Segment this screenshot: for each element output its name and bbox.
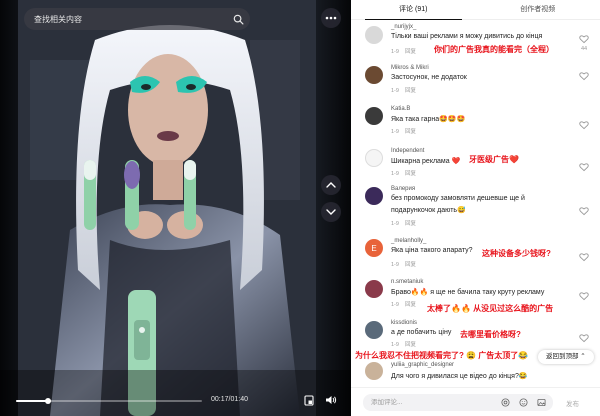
comment-text: Тільки ваші реклами я можу дивитись до к…: [391, 33, 543, 40]
comment-username[interactable]: Валерия: [391, 186, 415, 192]
search-bar[interactable]: [24, 8, 250, 30]
comment-meta: 1-9 回复: [391, 260, 416, 268]
comment-input-box[interactable]: [363, 394, 553, 411]
comment-date: 1-9: [391, 262, 399, 268]
comment-input-bar: 发布: [351, 387, 600, 416]
emoji-icon[interactable]: [518, 397, 529, 408]
comment-username[interactable]: Katia.B: [391, 106, 410, 112]
comment-username[interactable]: Independent: [391, 148, 424, 154]
comment-username[interactable]: n.smetaniuk: [391, 279, 423, 285]
comment-meta: 1-9 回复: [391, 340, 416, 348]
comment-meta: 1-9 回复: [391, 300, 416, 308]
reply-button[interactable]: 回复: [405, 129, 416, 135]
comment-username[interactable]: _nurijyjx_: [391, 24, 416, 30]
comment-meta: 1-9 回复: [391, 47, 416, 55]
video-player[interactable]: 00:17/01:40: [0, 0, 351, 416]
like-heart-icon[interactable]: [579, 120, 589, 130]
like-heart-icon[interactable]: [579, 252, 589, 262]
like-heart-icon[interactable]: [579, 71, 589, 81]
comment-input[interactable]: [371, 394, 491, 411]
comment-meta: 1-9 回复: [391, 169, 416, 177]
tab-bar: 评论 (91) 创作者视频: [351, 0, 600, 20]
at-mention-icon[interactable]: [500, 397, 511, 408]
search-input[interactable]: [34, 14, 228, 24]
avatar[interactable]: [365, 26, 383, 44]
like-heart-icon[interactable]: [579, 333, 589, 343]
comment-meta: 1-9 回复: [391, 86, 416, 94]
like-count: 44: [580, 46, 588, 52]
search-icon[interactable]: [228, 9, 248, 29]
comment-username[interactable]: yuliia_graphic_designer: [391, 362, 454, 368]
tab-comments[interactable]: 评论 (91): [351, 0, 476, 20]
overlay-caption-1: 你们的广告我真的能看完（全程）: [434, 45, 554, 54]
comment-date: 1-9: [391, 221, 399, 227]
comment-text: Яка ціна такого апарату?: [391, 247, 473, 254]
comment-text: Застосунок, не додаток: [391, 74, 467, 81]
avatar[interactable]: E: [365, 239, 383, 257]
progress-knob[interactable]: [44, 398, 51, 404]
avatar[interactable]: [365, 321, 383, 339]
volume-icon[interactable]: [324, 393, 338, 407]
previous-video-button[interactable]: [321, 175, 341, 195]
comment-date: 1-9: [391, 49, 399, 55]
reply-button[interactable]: 回复: [405, 171, 416, 177]
avatar[interactable]: [365, 280, 383, 298]
reply-button[interactable]: 回复: [405, 342, 416, 348]
comment-date: 1-9: [391, 88, 399, 94]
back-to-top-button[interactable]: 返回到顶部 ⌃: [538, 350, 594, 364]
comment-date: 1-9: [391, 129, 399, 135]
chevron-down-icon: [326, 209, 336, 215]
comment-text: Яка така гарна🤩🤩🤩: [391, 116, 466, 123]
reply-button[interactable]: 回复: [405, 88, 416, 94]
comment-date: 1-9: [391, 342, 399, 348]
comment-meta: 1-9 回复: [391, 127, 416, 135]
like-heart-icon[interactable]: [579, 291, 589, 301]
comment-text: Шикарна реклама ❤️: [391, 158, 461, 165]
comment-text-line2: подарункочок дають😅: [391, 207, 466, 214]
picture-in-picture-icon[interactable]: [302, 393, 316, 407]
like-heart-icon[interactable]: [579, 162, 589, 172]
comment-text: а де побачить ціну: [391, 329, 452, 336]
app-root: 00:17/01:40 评论 (91) 创作者视频 _nurijyjx_ Тіл…: [0, 0, 600, 416]
comment-meta: 1-9 回复: [391, 219, 416, 227]
avatar[interactable]: [365, 66, 383, 84]
reply-button[interactable]: 回复: [405, 49, 416, 55]
reply-button[interactable]: 回复: [405, 221, 416, 227]
avatar[interactable]: [365, 107, 383, 125]
comment-username[interactable]: _melanholly_: [391, 238, 426, 244]
overlay-caption-4: 太棒了🔥🔥 从没见过这么酷的广告: [427, 304, 554, 313]
more-options-icon[interactable]: [321, 8, 341, 28]
reply-button[interactable]: 回复: [405, 262, 416, 268]
video-frame: [0, 0, 351, 416]
tab-creator-videos[interactable]: 创作者视频: [476, 0, 600, 19]
chevron-up-icon: [326, 182, 336, 188]
playback-time: 00:17/01:40: [211, 396, 248, 403]
back-to-top-label: 返回到顶部: [546, 353, 579, 360]
image-icon[interactable]: [536, 397, 547, 408]
send-button[interactable]: 发布: [566, 398, 579, 408]
comment-username[interactable]: Mikros & Mikri: [391, 65, 429, 71]
overlay-caption-3: 这种设备多少钱呀?: [482, 249, 551, 258]
reply-button[interactable]: 回复: [405, 302, 416, 308]
like-heart-icon[interactable]: [579, 206, 589, 216]
comment-text: Для чого я дивилася це відео до кінця?😂: [391, 373, 528, 380]
comment-text: без промокоду замовляти дешевше ще й: [391, 195, 525, 202]
progress-bar[interactable]: [16, 398, 202, 404]
overlay-caption-6: 为什么我忍不住把视频看完了? 😩 广告太顶了😂: [355, 351, 529, 360]
progress-fill: [16, 400, 48, 402]
next-video-button[interactable]: [321, 202, 341, 222]
comment-date: 1-9: [391, 171, 399, 177]
overlay-caption-5: 去哪里看价格呀?: [460, 330, 521, 339]
comment-username[interactable]: kissdionis: [391, 320, 417, 326]
like-heart-icon[interactable]: [579, 34, 589, 44]
avatar[interactable]: [365, 149, 383, 167]
avatar[interactable]: [365, 187, 383, 205]
avatar[interactable]: [365, 362, 383, 380]
comment-date: 1-9: [391, 302, 399, 308]
overlay-caption-2: 牙医级广告❤️: [469, 155, 519, 164]
comment-text: Браво🔥🔥 я ще не бачила таку круту реклам…: [391, 289, 545, 296]
